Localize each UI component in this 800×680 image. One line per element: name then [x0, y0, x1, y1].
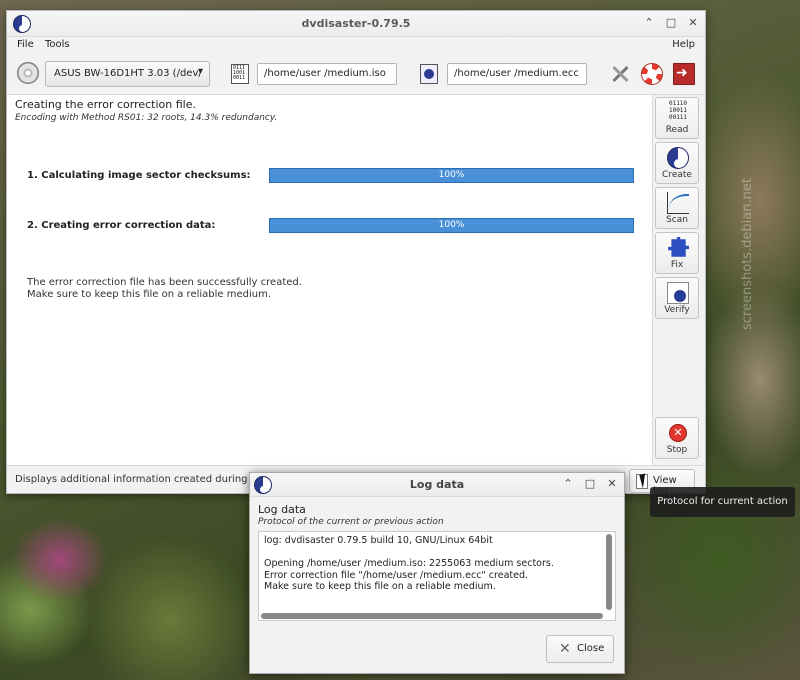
read-button-label: Read [665, 125, 689, 135]
step-label: 1. Calculating image sector checksums: [27, 170, 251, 181]
puzzle-piece-icon [668, 237, 689, 257]
fix-button-label: Fix [670, 260, 684, 270]
stop-button[interactable]: ✕ Stop [655, 417, 699, 459]
fix-button[interactable]: Fix [655, 232, 699, 274]
stop-button-label: Stop [666, 445, 688, 455]
main-window: dvdisaster-0.79.5 ⌃ □ ✕ File Tools Help … [6, 10, 706, 497]
read-button[interactable]: 01110 10011 00111 Read [655, 97, 699, 139]
chevron-down-icon: ▾ [197, 66, 203, 77]
step-label: 2. Creating error correction data: [27, 220, 216, 231]
ecc-path-input[interactable]: /home/user /medium.ecc [447, 63, 587, 85]
main-content: Creating the error correction file. Enco… [7, 95, 653, 465]
yin-yang-icon [667, 147, 689, 169]
menu-bar: File Tools Help [7, 37, 705, 55]
tooltip: Protocol for current action [650, 487, 795, 517]
close-button-label: Close [577, 643, 605, 654]
image-path-input[interactable]: /home/user /medium.iso [257, 63, 397, 85]
window-title: dvdisaster-0.79.5 [301, 17, 411, 30]
verify-icon [667, 282, 689, 304]
result-message: Make sure to keep this file on a reliabl… [27, 289, 272, 300]
scan-button[interactable]: Scan [655, 187, 699, 229]
close-button[interactable]: ✕ [606, 477, 618, 491]
status-text: Displays additional information created … [15, 474, 268, 485]
minimize-button[interactable]: ⌃ [562, 477, 574, 491]
verify-button-label: Verify [664, 305, 690, 315]
action-panel: 01110 10011 00111 Read Create Scan Fix V… [653, 95, 705, 465]
binary-read-icon: 01110 10011 00111 [668, 100, 688, 121]
watermark: screenshots.debian.net [740, 178, 755, 330]
content-subheading: Encoding with Method RS01: 32 roots, 14.… [15, 113, 278, 123]
horizontal-scrollbar[interactable] [261, 613, 603, 619]
menu-file[interactable]: File [17, 39, 34, 50]
content-heading: Creating the error correction file. [15, 98, 196, 111]
menu-help[interactable]: Help [672, 39, 695, 50]
scan-button-label: Scan [666, 215, 688, 225]
close-icon: ✕ [559, 641, 571, 657]
quit-icon[interactable] [673, 63, 695, 85]
result-message: The error correction file has been succe… [27, 277, 302, 288]
drive-select[interactable]: ASUS BW-16D1HT 3.03 (/dev/ ▾ [45, 61, 210, 87]
image-file-icon[interactable]: 0111 1001 0011 [231, 64, 249, 84]
ecc-file-icon[interactable] [420, 64, 438, 84]
progress-bar: 100% [269, 168, 634, 183]
scan-curve-icon [667, 192, 689, 214]
close-dialog-button[interactable]: ✕ Close [546, 635, 614, 663]
drive-select-value: ASUS BW-16D1HT 3.03 (/dev/ [54, 68, 202, 79]
menu-tools[interactable]: Tools [45, 39, 70, 50]
toolbar: ASUS BW-16D1HT 3.03 (/dev/ ▾ 0111 1001 0… [7, 55, 705, 95]
minimize-button[interactable]: ⌃ [643, 16, 655, 30]
progress-bar: 100% [269, 218, 634, 233]
close-button[interactable]: ✕ [687, 16, 699, 30]
stop-icon: ✕ [669, 424, 687, 442]
optical-drive-icon [17, 62, 39, 84]
vertical-scrollbar[interactable] [606, 534, 612, 610]
log-dialog: Log data ⌃ □ ✕ Log data Protocol of the … [249, 472, 625, 674]
log-text-area[interactable]: log: dvdisaster 0.79.5 build 10, GNU/Lin… [258, 531, 616, 621]
preferences-icon[interactable] [609, 63, 631, 85]
verify-button[interactable]: Verify [655, 277, 699, 319]
create-button[interactable]: Create [655, 142, 699, 184]
create-button-label: Create [662, 170, 692, 180]
maximize-button[interactable]: □ [584, 477, 596, 491]
dialog-heading: Log data [258, 503, 306, 516]
dialog-subheading: Protocol of the current or previous acti… [258, 517, 444, 527]
title-bar[interactable]: dvdisaster-0.79.5 ⌃ □ ✕ [7, 11, 705, 37]
help-lifebuoy-icon[interactable] [641, 63, 663, 85]
maximize-button[interactable]: □ [665, 16, 677, 30]
dialog-title-bar[interactable]: Log data ⌃ □ ✕ [250, 473, 624, 497]
